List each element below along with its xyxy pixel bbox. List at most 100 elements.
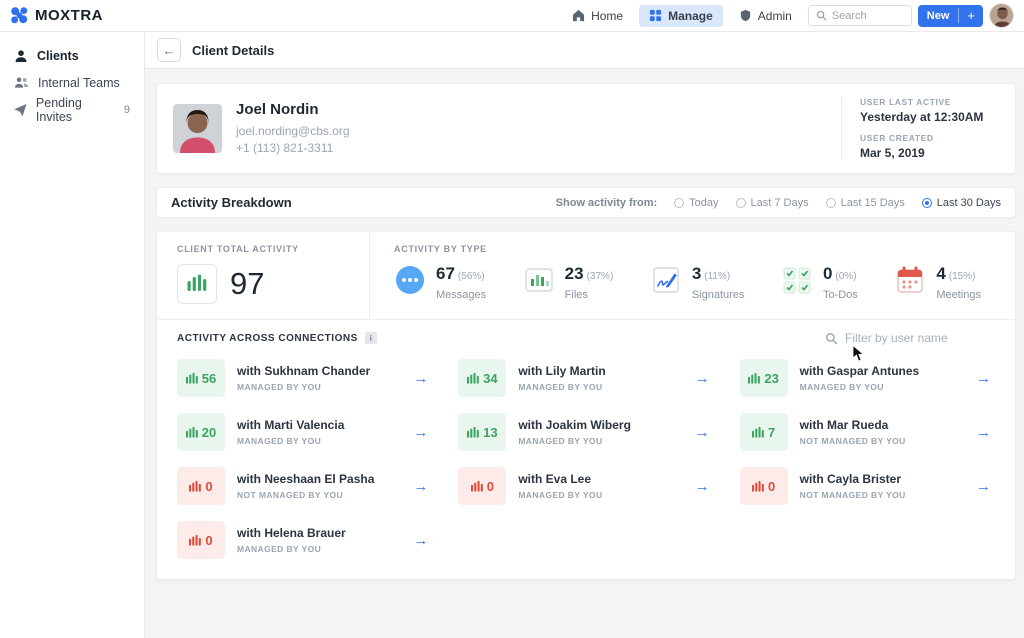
connection-card[interactable]: 0 with Neeshaan El Pasha NOT MANAGED BY … <box>177 467 432 505</box>
connection-card[interactable]: 0 with Eva Lee MANAGED BY YOU → <box>458 467 713 505</box>
connection-activity-count: 0 <box>768 479 775 494</box>
connection-name: with Marti Valencia <box>237 418 344 432</box>
connection-card[interactable]: 23 with Gaspar Antunes MANAGED BY YOU → <box>740 359 995 397</box>
connection-activity-count: 23 <box>764 371 778 386</box>
stat-label: Signatures <box>692 289 745 301</box>
stat-label: Meetings <box>936 289 981 301</box>
stat-meetings: 4(15%) Meetings <box>894 264 981 301</box>
open-connection-arrow[interactable]: → <box>413 370 432 387</box>
radio-circle-icon <box>674 198 684 208</box>
pending-invites-count-badge: 9 <box>124 104 130 116</box>
connection-card[interactable]: 7 with Mar Rueda NOT MANAGED BY YOU → <box>740 413 995 451</box>
connection-name: with Gaspar Antunes <box>800 364 920 378</box>
activity-bars-icon <box>186 426 198 439</box>
radio-label: Today <box>689 197 718 209</box>
connection-name: with Mar Rueda <box>800 418 906 432</box>
connections-grid: 56 with Sukhnam Chander MANAGED BY YOU → <box>177 359 995 559</box>
radio-last-15-days[interactable]: Last 15 Days <box>826 197 905 209</box>
connection-managed-label: NOT MANAGED BY YOU <box>237 490 374 500</box>
connection-activity-count: 0 <box>205 479 212 494</box>
stat-pct: (37%) <box>587 271 614 282</box>
connection-name: with Helena Brauer <box>237 526 346 540</box>
show-activity-label: Show activity from: <box>556 197 657 209</box>
total-activity-label: CLIENT TOTAL ACTIVITY <box>177 244 355 254</box>
plus-icon: + <box>958 8 983 23</box>
nav-admin[interactable]: Admin <box>729 5 802 27</box>
activity-count-chip: 20 <box>177 413 225 451</box>
connection-card[interactable]: 0 with Cayla Brister NOT MANAGED BY YOU … <box>740 467 995 505</box>
connection-card[interactable]: 20 with Marti Valencia MANAGED BY YOU → <box>177 413 432 451</box>
client-phone: +1 (113) 821-3311 <box>236 140 350 157</box>
connection-card[interactable]: 0 with Helena Brauer MANAGED BY YOU → <box>177 521 432 559</box>
sidebar-item-internal-teams[interactable]: Internal Teams <box>0 69 144 96</box>
content-area: Joel Nordin joel.nording@cbs.org +1 (113… <box>145 69 1024 638</box>
activity-breakdown-bar: Activity Breakdown Show activity from: T… <box>156 187 1016 218</box>
connection-activity-count: 56 <box>202 371 216 386</box>
connection-managed-label: MANAGED BY YOU <box>237 382 370 392</box>
page-title: Client Details <box>192 43 274 58</box>
activity-breakdown-title: Activity Breakdown <box>171 195 292 210</box>
connection-managed-label: MANAGED BY YOU <box>237 436 344 446</box>
activity-bars-icon <box>471 480 483 493</box>
connection-managed-label: NOT MANAGED BY YOU <box>800 490 906 500</box>
moxtra-logo[interactable]: MOXTRA <box>10 6 103 25</box>
new-button-label: New <box>918 10 959 22</box>
admin-shield-icon <box>739 9 752 22</box>
info-icon[interactable]: i <box>365 332 377 344</box>
stat-value: 3 <box>692 264 701 283</box>
nav-manage-label: Manage <box>668 9 713 23</box>
client-name: Joel Nordin <box>236 101 350 118</box>
radio-label: Last 7 Days <box>751 197 809 209</box>
user-avatar[interactable] <box>989 3 1014 28</box>
client-avatar-image <box>173 104 222 153</box>
open-connection-arrow[interactable]: → <box>976 424 995 441</box>
global-search[interactable] <box>808 5 912 26</box>
open-connection-arrow[interactable]: → <box>695 424 714 441</box>
connection-name: with Eva Lee <box>518 472 602 486</box>
back-button[interactable]: ← <box>157 38 181 62</box>
open-connection-arrow[interactable]: → <box>976 478 995 495</box>
nav-home[interactable]: Home <box>562 5 633 27</box>
last-active-label: USER LAST ACTIVE <box>860 97 999 107</box>
open-connection-arrow[interactable]: → <box>976 370 995 387</box>
radio-label: Last 15 Days <box>841 197 905 209</box>
open-connection-arrow[interactable]: → <box>695 370 714 387</box>
open-connection-arrow[interactable]: → <box>413 532 432 549</box>
search-icon <box>825 332 838 345</box>
activity-count-chip: 0 <box>177 521 225 559</box>
activity-by-type-label: ACTIVITY BY TYPE <box>394 244 981 254</box>
new-button[interactable]: New + <box>918 5 983 27</box>
nav-manage[interactable]: Manage <box>639 5 723 27</box>
connection-card[interactable]: 13 with Joakim Wiberg MANAGED BY YOU → <box>458 413 713 451</box>
messages-icon <box>394 264 426 296</box>
open-connection-arrow[interactable]: → <box>695 478 714 495</box>
radio-last-7-days[interactable]: Last 7 Days <box>736 197 809 209</box>
top-bar: MOXTRA Home Manage Admin New + <box>0 0 1024 32</box>
activity-bars-icon <box>189 534 201 547</box>
sidebar-item-pending-invites[interactable]: Pending Invites 9 <box>0 96 144 123</box>
home-icon <box>572 9 585 22</box>
filter-by-user-input[interactable] <box>845 331 995 345</box>
open-connection-arrow[interactable]: → <box>413 424 432 441</box>
search-input[interactable] <box>832 10 902 22</box>
search-icon <box>816 10 827 21</box>
radio-last-30-days[interactable]: Last 30 Days <box>922 197 1001 209</box>
activity-bars-icon <box>189 480 201 493</box>
stat-pct: (56%) <box>458 271 485 282</box>
connection-card[interactable]: 56 with Sukhnam Chander MANAGED BY YOU → <box>177 359 432 397</box>
open-connection-arrow[interactable]: → <box>413 478 432 495</box>
connection-managed-label: MANAGED BY YOU <box>518 436 631 446</box>
connection-activity-count: 34 <box>483 371 497 386</box>
activity-bars-icon <box>187 274 207 294</box>
sidebar-item-clients[interactable]: Clients <box>0 42 144 69</box>
user-created-label: USER CREATED <box>860 133 999 143</box>
connection-name: with Cayla Brister <box>800 472 906 486</box>
activity-bars-icon <box>186 372 198 385</box>
stat-label: To-Dos <box>823 289 858 301</box>
stat-value: 67 <box>436 264 455 283</box>
connection-card[interactable]: 34 with Lily Martin MANAGED BY YOU → <box>458 359 713 397</box>
page-header: ← Client Details <box>145 32 1024 69</box>
radio-label: Last 30 Days <box>937 197 1001 209</box>
connection-filter[interactable] <box>825 331 995 345</box>
radio-today[interactable]: Today <box>674 197 718 209</box>
